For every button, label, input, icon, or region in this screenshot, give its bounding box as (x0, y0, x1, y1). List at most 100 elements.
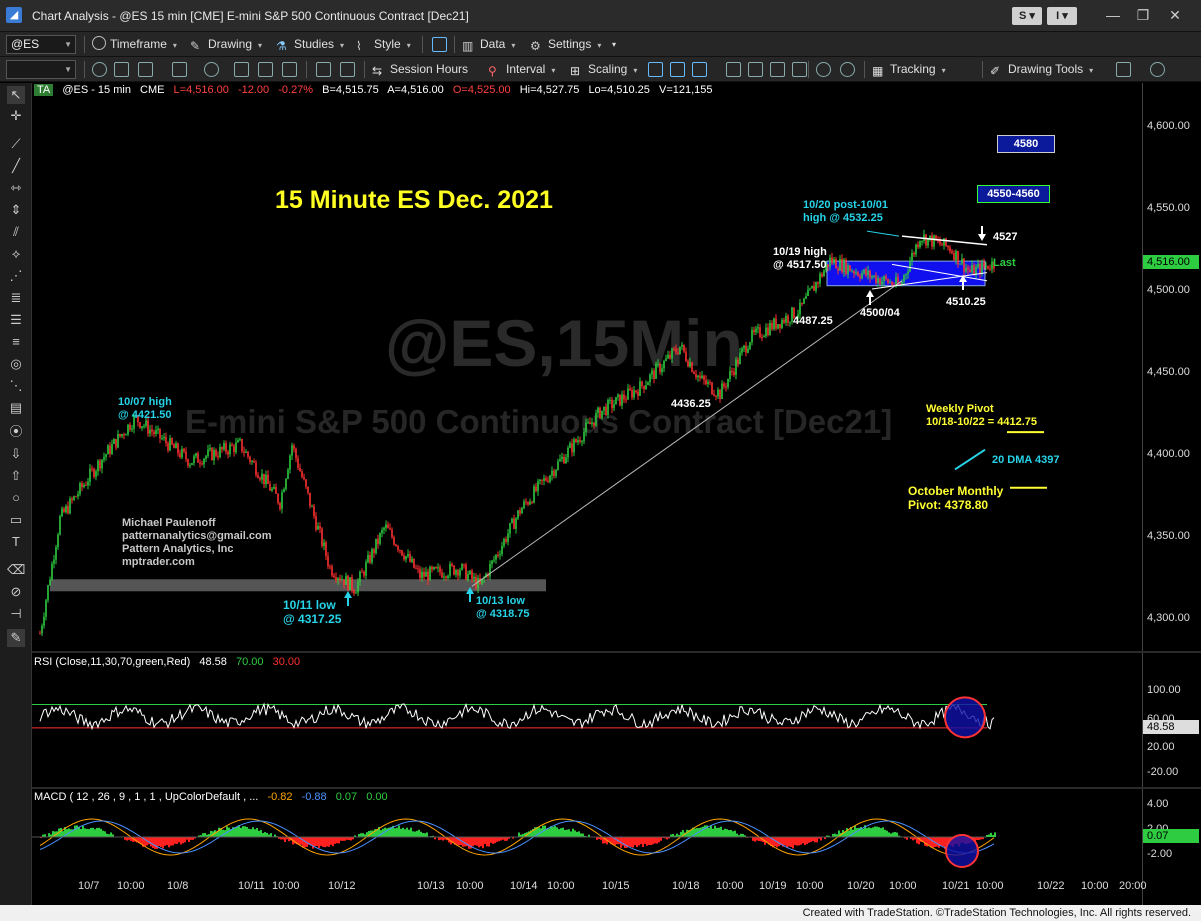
macd-histogram-bar (404, 829, 406, 837)
toolbar-overflow-icon[interactable]: ▾ (612, 36, 616, 53)
drawing-mode-icon[interactable]: ✎ (7, 629, 25, 647)
fib-time-icon[interactable]: ≡ (7, 333, 25, 351)
horizontal-line-icon[interactable]: ⇿ (7, 179, 25, 197)
expand-icon[interactable] (748, 62, 763, 77)
candle-body (349, 577, 351, 590)
style-menu[interactable]: ⌇ Style ▾ (356, 36, 411, 53)
candle-body (277, 493, 279, 504)
link-icon[interactable] (172, 62, 187, 77)
symbol-input[interactable]: @ES ▼ (6, 35, 76, 54)
macd-value-3: 0.07 (335, 791, 358, 803)
zoom-in-icon[interactable] (816, 62, 831, 77)
eraser-icon[interactable]: ⌫ (7, 561, 25, 579)
rectangle-icon[interactable]: ▭ (7, 511, 25, 529)
macd-histogram-bar (152, 837, 154, 849)
interval-menu[interactable]: ⚲ Interval ▾ (488, 61, 555, 78)
zoom-out-icon[interactable] (840, 62, 855, 77)
candle-body (61, 508, 63, 517)
macd-histogram-bar (726, 829, 728, 837)
candle-style-icon[interactable] (670, 62, 685, 77)
i-menu-button[interactable]: I ▾ (1047, 7, 1077, 25)
trendline-icon[interactable]: ╱ (7, 157, 25, 175)
andrews-icon[interactable]: ⦿ (7, 423, 25, 441)
target-icon[interactable] (204, 62, 219, 77)
candle-body (733, 371, 735, 375)
hollow-candle-icon[interactable] (692, 62, 707, 77)
candle-body (103, 456, 105, 460)
candle-body (513, 518, 515, 529)
candle-body (147, 420, 149, 434)
candle-body (263, 473, 265, 485)
layout-icon[interactable] (432, 37, 447, 52)
candle-body (801, 302, 803, 304)
minimize-icon[interactable]: — (1100, 5, 1126, 25)
arrow-up-icon[interactable]: ⇧ (7, 467, 25, 485)
gann-fan-icon[interactable]: ⟡ (7, 245, 25, 263)
scaling-menu[interactable]: ⊞ Scaling ▾ (570, 61, 637, 78)
save-icon[interactable] (258, 62, 273, 77)
pane-divider[interactable] (32, 651, 1201, 653)
chart-type-icon[interactable] (114, 62, 129, 77)
macd-histogram-bar (660, 837, 662, 841)
candle-body (505, 538, 507, 542)
pane-divider[interactable] (32, 787, 1201, 789)
speed-lines-icon[interactable]: ⋰ (7, 267, 25, 285)
candle-body (713, 394, 715, 396)
fib-fan-icon[interactable]: ⋱ (7, 377, 25, 395)
circle-icon[interactable]: ○ (7, 489, 25, 507)
timeframe-menu[interactable]: Timeframe ▾ (92, 36, 177, 53)
refresh-icon[interactable] (92, 62, 107, 77)
candle-body (523, 501, 525, 509)
tracking-menu[interactable]: ▦ Tracking ▾ (872, 61, 946, 78)
fib-retracement-icon[interactable]: ≣ (7, 289, 25, 307)
candle-body (563, 456, 565, 464)
candle-body (255, 462, 257, 476)
lock-icon[interactable]: ⊣ (7, 605, 25, 623)
vertical-line-icon[interactable]: ⇕ (7, 201, 25, 219)
text-icon[interactable]: T (7, 533, 25, 551)
s-menu-button[interactable]: S ▾ (1012, 7, 1042, 25)
data-menu[interactable]: ▥ Data ▾ (462, 36, 515, 53)
brush-tool-icon[interactable]: ⟋ (7, 135, 25, 153)
candle-body (533, 486, 535, 503)
maximize-icon[interactable]: ❐ (1130, 5, 1156, 25)
export-icon[interactable] (1116, 62, 1131, 77)
macd-histogram-bar (110, 832, 112, 837)
wizard-icon[interactable] (316, 62, 331, 77)
scroll-left-icon[interactable] (770, 62, 785, 77)
magnet-icon[interactable]: ⊘ (7, 583, 25, 601)
crosshair-icon[interactable]: ✛ (7, 107, 25, 125)
bar-style-icon[interactable] (648, 62, 663, 77)
drawing-tools-menu[interactable]: ✐ Drawing Tools ▾ (990, 61, 1093, 78)
candle-body (333, 575, 335, 578)
candle-body (943, 238, 945, 246)
window-icon[interactable] (138, 62, 153, 77)
grid-icon[interactable] (340, 62, 355, 77)
arrow-down-icon[interactable]: ⇩ (7, 445, 25, 463)
candle-body (441, 572, 443, 578)
compress-icon[interactable] (726, 62, 741, 77)
print-icon[interactable] (282, 62, 297, 77)
close-icon[interactable]: ✕ (1162, 5, 1188, 25)
chart-toolbar: ▼ ⇆ Session Hours ⚲ Interval ▾ ⊞ Scaling ▾ ▦ T… (0, 57, 1201, 82)
candle-body (871, 276, 873, 278)
candle-body (611, 399, 613, 409)
channel-icon[interactable]: ⫽ (7, 223, 25, 241)
settings-menu[interactable]: ⚙ Settings ▾ (530, 36, 601, 53)
candle-body (721, 383, 723, 399)
candle-body (835, 259, 837, 269)
studies-menu[interactable]: ⚗ Studies ▾ (276, 36, 344, 53)
template-icon[interactable] (234, 62, 249, 77)
session-hours-menu[interactable]: ⇆ Session Hours (372, 61, 468, 78)
pointer-icon[interactable]: ↖ (7, 86, 25, 104)
candle-body (807, 289, 809, 297)
interval-input[interactable]: ▼ (6, 60, 76, 79)
macd-histogram-bar (892, 832, 894, 837)
scroll-right-icon[interactable] (792, 62, 807, 77)
fib-extension-icon[interactable]: ☰ (7, 311, 25, 329)
fib-arc-icon[interactable]: ◎ (7, 355, 25, 373)
drawing-menu[interactable]: ✎ Drawing ▾ (190, 36, 262, 53)
chat-icon[interactable] (1150, 62, 1165, 77)
candle-body (143, 425, 145, 427)
cycle-lines-icon[interactable]: ▤ (7, 399, 25, 417)
